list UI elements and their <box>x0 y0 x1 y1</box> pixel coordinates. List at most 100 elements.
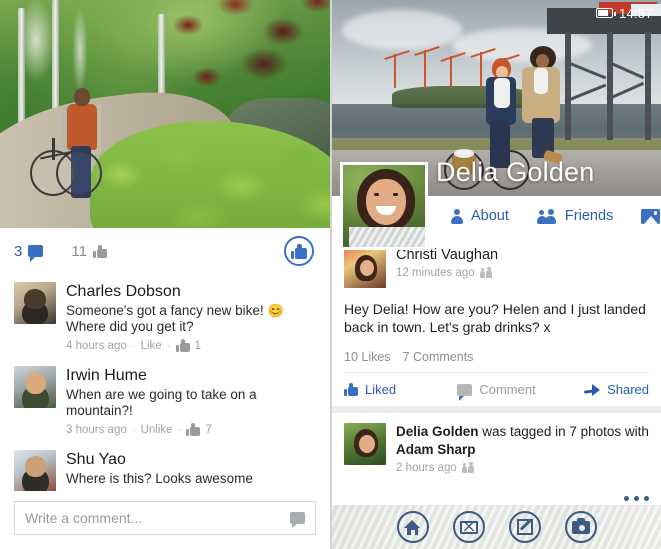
comment-input-box[interactable] <box>14 501 316 535</box>
comment-composer <box>0 491 330 549</box>
comment-text: When are we going to take on a mountain?… <box>66 387 257 418</box>
feed-post: Delia Golden was tagged in 7 photos with… <box>332 413 661 486</box>
messages-button[interactable] <box>452 511 485 543</box>
post-share-button[interactable]: Shared <box>547 382 649 397</box>
thumbs-up-icon <box>344 383 358 396</box>
comment-count-group[interactable]: 3 <box>14 243 44 262</box>
comment-author[interactable]: Shu Yao <box>66 450 316 470</box>
thumbs-up-icon <box>175 339 190 352</box>
comment-input[interactable] <box>25 510 290 526</box>
like-count-group[interactable]: 11 <box>71 243 107 260</box>
avatar[interactable] <box>14 282 56 324</box>
engagement-bar: 3 11 <box>0 228 330 274</box>
home-icon <box>404 519 421 535</box>
ellipsis-icon[interactable] <box>624 496 649 501</box>
list-item[interactable]: Charles Dobson Someone's got a fancy new… <box>0 274 330 358</box>
avatar[interactable] <box>344 246 386 288</box>
hero-photo[interactable] <box>0 0 330 228</box>
comment-meta: 3 hours ago · Unlike · 7 <box>66 423 316 436</box>
tab-friends[interactable]: Friends <box>523 203 627 229</box>
photo-foliage <box>90 121 330 228</box>
home-button[interactable] <box>396 511 429 543</box>
post-time: 12 minutes ago <box>396 267 475 279</box>
comment-line-1: Someone's got a fancy new bike! <box>66 303 264 318</box>
profile-picture[interactable] <box>340 162 428 250</box>
list-item[interactable]: Irwin Hume When are we going to take on … <box>0 358 330 442</box>
post-header: Christi Vaughan 12 minutes ago <box>344 246 649 288</box>
post-share-label: Shared <box>607 382 650 397</box>
post-meta: 2 hours ago <box>396 461 649 474</box>
cover-crane <box>440 52 466 88</box>
meta-separator: · <box>166 339 171 352</box>
post-header: Delia Golden was tagged in 7 photos with… <box>344 423 649 474</box>
cover-crane <box>414 46 440 88</box>
post-stats: 10 Likes 7 Comments <box>344 350 649 364</box>
post-like-button[interactable]: Liked <box>344 382 446 397</box>
share-arrow-icon <box>583 383 601 396</box>
comment-like-count: 7 <box>205 423 212 436</box>
status-bar: 14:57 <box>332 0 661 26</box>
profile-name: Delia Golden <box>436 157 595 187</box>
thumbs-up-icon <box>92 244 107 258</box>
comment-bubble-icon[interactable] <box>290 512 305 528</box>
cover-rider-two <box>520 46 568 168</box>
mail-icon <box>459 520 478 534</box>
battery-icon <box>595 8 616 18</box>
thumbs-up-icon <box>186 423 201 436</box>
camera-icon <box>571 517 590 534</box>
tab-about-label: About <box>471 208 509 224</box>
avatar[interactable] <box>14 450 56 491</box>
comment-text: Someone's got a fancy new bike! 😊 Where … <box>66 303 316 335</box>
post-story: Delia Golden was tagged in 7 photos with… <box>396 423 649 459</box>
post-author[interactable]: Delia Golden <box>396 424 479 439</box>
cover-crane <box>384 50 410 88</box>
comment-like-count: 1 <box>194 339 201 352</box>
photo-detail-panel: 3 11 Charles Dobson Someone's got a fanc… <box>0 0 330 549</box>
cover-rider-one <box>482 58 520 168</box>
post-story-mid: was tagged in 7 photos with <box>478 424 649 439</box>
comment-author[interactable]: Charles Dobson <box>66 282 316 302</box>
meta-separator: · <box>131 423 136 436</box>
post-comment-count[interactable]: 7 Comments <box>403 350 474 364</box>
comment-like-action[interactable]: Like <box>141 340 162 352</box>
post-meta: 12 minutes ago <box>396 266 498 279</box>
photos-icon <box>641 208 661 224</box>
thumbs-up-icon <box>291 243 307 259</box>
tab-about[interactable]: About <box>436 203 523 229</box>
comment-bubble-icon <box>457 383 473 401</box>
list-item[interactable]: Shu Yao Where is this? Looks awesome 2 h… <box>0 442 330 491</box>
post-time: 2 hours ago <box>396 462 457 474</box>
edit-icon <box>516 519 533 535</box>
friends-icon <box>461 461 475 473</box>
comment-like-action[interactable]: Unlike <box>141 424 173 436</box>
avatar[interactable] <box>344 423 386 465</box>
post-comment-label: Comment <box>479 382 536 397</box>
like-button[interactable] <box>284 236 314 266</box>
app-bar <box>332 505 661 549</box>
smile-emoji-icon: 😊 <box>267 303 284 318</box>
post-comment-button[interactable]: Comment <box>446 382 548 401</box>
post-like-label: Liked <box>365 382 397 397</box>
meta-separator: · <box>177 423 182 436</box>
status-clock: 14:57 <box>618 5 653 21</box>
tab-photos[interactable] <box>627 203 661 229</box>
comment-text: Where is this? Looks awesome <box>66 471 253 486</box>
person-icon <box>450 208 463 224</box>
comment-time: 3 hours ago <box>66 423 127 436</box>
people-icon <box>536 208 557 224</box>
comment-list: Charles Dobson Someone's got a fancy new… <box>0 274 330 491</box>
comment-bubble-icon <box>28 245 44 262</box>
tab-friends-label: Friends <box>564 208 614 224</box>
comment-meta: 4 hours ago · Like · 1 <box>66 339 316 352</box>
post-actions: Liked Comment Shared <box>344 372 649 406</box>
meta-separator: · <box>131 339 136 352</box>
compose-button[interactable] <box>508 511 541 543</box>
comment-author[interactable]: Irwin Hume <box>66 366 316 386</box>
profile-feed: Christi Vaughan 12 minutes ago Hey Delia… <box>332 236 661 549</box>
camera-button[interactable] <box>564 511 597 543</box>
avatar[interactable] <box>14 366 56 408</box>
like-count: 11 <box>71 242 87 260</box>
post-tagged-person[interactable]: Adam Sharp <box>396 442 476 457</box>
comment-line-2: Where did you get it? <box>66 319 194 334</box>
post-like-count[interactable]: 10 Likes <box>344 350 391 364</box>
